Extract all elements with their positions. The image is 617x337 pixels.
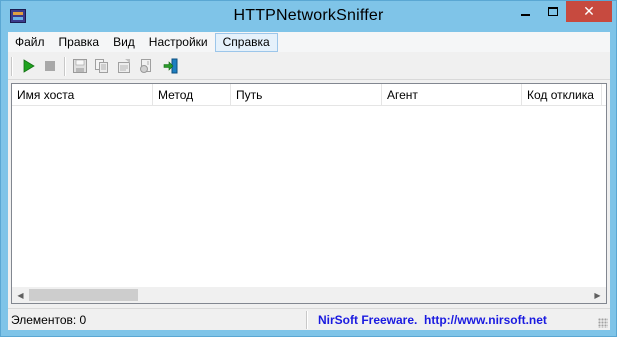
- start-capture-button[interactable]: [19, 57, 37, 75]
- stop-icon: [45, 61, 55, 71]
- scroll-left-icon[interactable]: ◀: [12, 287, 29, 303]
- exit-icon: [163, 58, 178, 74]
- html-report-button[interactable]: [137, 57, 155, 75]
- menu-file[interactable]: Файл: [8, 33, 52, 52]
- toolbar-separator: [64, 57, 66, 76]
- menu-edit[interactable]: Правка: [52, 33, 107, 52]
- copy-button[interactable]: [93, 57, 111, 75]
- column-truncated[interactable]: С: [602, 84, 606, 106]
- maximize-icon: [547, 7, 558, 16]
- column-method[interactable]: Метод: [153, 84, 231, 106]
- properties-icon: [118, 59, 130, 73]
- column-host-name[interactable]: Имя хоста: [12, 84, 153, 106]
- horizontal-scrollbar[interactable]: ◀ ▶: [11, 287, 607, 304]
- title-bar[interactable]: HTTPNetworkSniffer ✕: [1, 1, 616, 32]
- properties-button[interactable]: [115, 57, 133, 75]
- status-divider: [306, 311, 308, 329]
- menu-bar: Файл Правка Вид Настройки Справка: [8, 32, 610, 52]
- scroll-thumb[interactable]: [29, 289, 138, 301]
- close-icon: ✕: [583, 3, 595, 20]
- minimize-button[interactable]: [512, 1, 539, 22]
- column-path[interactable]: Путь: [231, 84, 382, 106]
- menu-help[interactable]: Справка: [214, 32, 278, 52]
- list-header: Имя хоста Метод Путь Агент Код отклика С: [12, 84, 606, 106]
- close-button[interactable]: ✕: [566, 1, 612, 22]
- html-report-icon: [140, 59, 151, 73]
- column-agent[interactable]: Агент: [382, 84, 522, 106]
- items-count: Элементов: 0: [11, 313, 87, 327]
- toolbar-separator: [11, 57, 13, 76]
- app-window: HTTPNetworkSniffer ✕ Файл Правка Вид Нас…: [0, 0, 617, 337]
- scroll-right-icon[interactable]: ▶: [589, 287, 606, 303]
- maximize-button[interactable]: [539, 1, 566, 22]
- client-area: Файл Правка Вид Настройки Справка Имя хо…: [8, 32, 610, 330]
- menu-view[interactable]: Вид: [106, 33, 142, 52]
- exit-button[interactable]: [162, 57, 180, 75]
- status-bar: Элементов: 0 NirSoft Freeware. http://ww…: [8, 308, 610, 330]
- minimize-icon: [521, 13, 530, 16]
- menu-options[interactable]: Настройки: [142, 33, 215, 52]
- resize-grip-icon[interactable]: [598, 318, 608, 328]
- save-button[interactable]: [71, 57, 89, 75]
- column-response-code[interactable]: Код отклика: [522, 84, 602, 106]
- play-icon: [23, 59, 35, 73]
- save-icon: [73, 59, 87, 73]
- packets-list[interactable]: Имя хоста Метод Путь Агент Код отклика С: [11, 83, 607, 303]
- toolbar: [8, 53, 610, 80]
- nirsoft-link[interactable]: NirSoft Freeware. http://www.nirsoft.net: [318, 313, 547, 327]
- stop-capture-button[interactable]: [41, 57, 59, 75]
- copy-icon: [95, 59, 108, 73]
